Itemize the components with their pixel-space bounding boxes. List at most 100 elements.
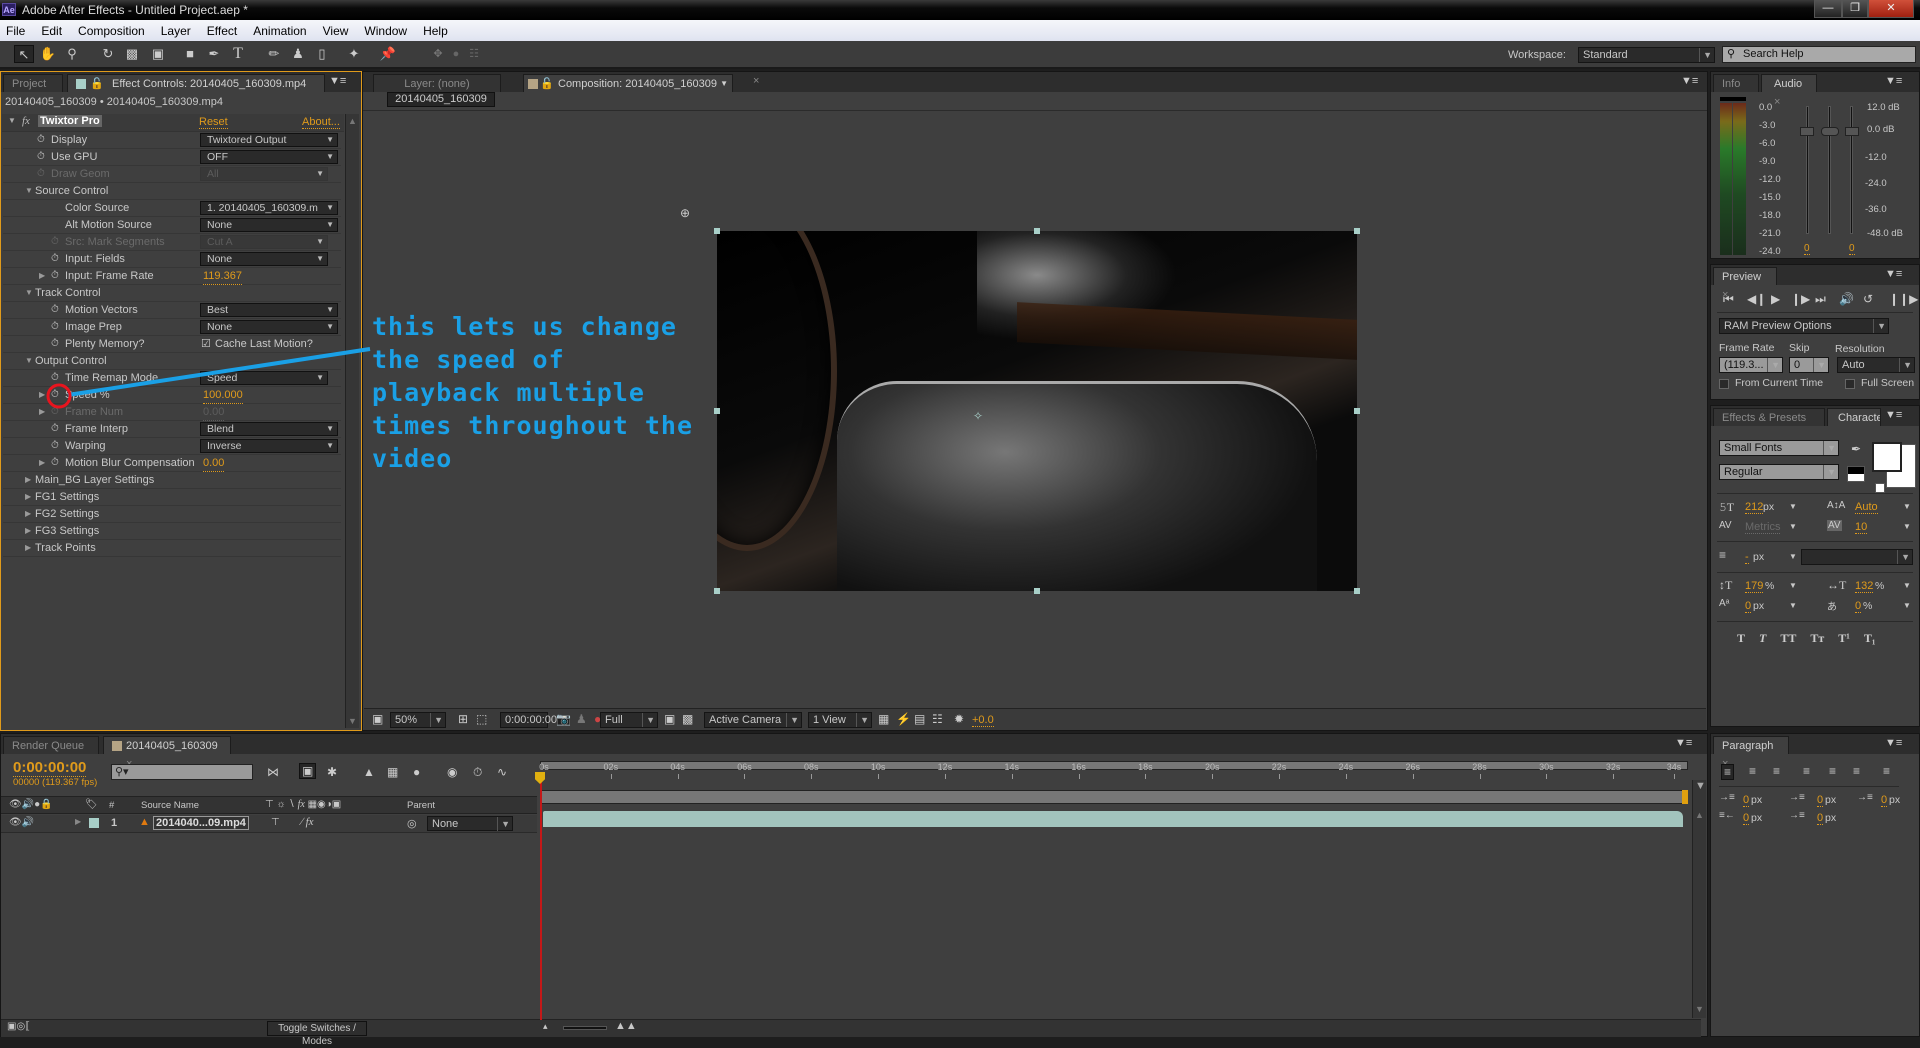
ram-preview-icon[interactable]: ❙❙▶: [1889, 292, 1918, 306]
shy-switch-icon[interactable]: ⊤: [271, 817, 280, 828]
audio-right-value[interactable]: 0: [1849, 243, 1855, 255]
ram-preview-options-select[interactable]: RAM Preview Options ▼: [1719, 318, 1889, 334]
audio-slider-handle[interactable]: [1845, 127, 1859, 136]
region-of-interest-icon[interactable]: ▣: [664, 712, 675, 726]
column-source-name[interactable]: Source Name: [141, 800, 199, 811]
audio-slider-left-track[interactable]: [1806, 106, 1809, 234]
frame-rate-select[interactable]: (119.3... ▼: [1719, 357, 1783, 373]
transparency-grid-icon[interactable]: ▩: [682, 712, 693, 726]
pickwhip-icon[interactable]: ◎: [407, 817, 417, 830]
justify-last-left-icon[interactable]: ≡: [1803, 764, 1810, 778]
audio-toggle-icon[interactable]: 🔊: [1839, 292, 1854, 306]
always-preview-icon[interactable]: ▣: [372, 712, 383, 726]
magnification-select[interactable]: 50% ▼: [390, 712, 446, 728]
first-frame-icon[interactable]: ⏮: [1723, 292, 1734, 307]
chevron-down-icon[interactable]: ▼: [1903, 522, 1911, 531]
fill-color-swatch[interactable]: [1872, 442, 1902, 472]
zoom-out-icon[interactable]: ▴: [543, 1021, 548, 1032]
tab-paragraph[interactable]: Paragraph ×: [1713, 736, 1789, 770]
tab-audio[interactable]: Audio ×: [1761, 74, 1817, 108]
from-current-time-checkbox[interactable]: [1719, 379, 1729, 389]
space-before-value[interactable]: 0: [1817, 794, 1824, 807]
tab-preview[interactable]: Preview ×: [1713, 267, 1777, 301]
stroke-style-select[interactable]: ▼: [1801, 549, 1913, 565]
toggle-switches-modes-button[interactable]: Toggle Switches / Modes: [267, 1021, 367, 1047]
current-time-indicator[interactable]: [540, 772, 542, 1020]
align-right-icon[interactable]: ≡: [1773, 764, 1780, 778]
mask-visibility-icon[interactable]: ⬚: [476, 712, 487, 726]
chevron-down-icon[interactable]: ▼: [1903, 581, 1911, 590]
superscript-button[interactable]: T¹: [1838, 631, 1850, 646]
view-layout-select[interactable]: 1 View ▼: [808, 712, 872, 728]
timeline-icon[interactable]: ▤: [914, 712, 925, 726]
graph-editor-icon[interactable]: ∿: [497, 765, 507, 779]
fx-switch-icon[interactable]: ∕ fx: [301, 816, 314, 828]
black-white-swatch[interactable]: [1847, 466, 1865, 482]
exposure-reset-icon[interactable]: ✹: [954, 712, 964, 726]
draft-3d-icon[interactable]: ✱: [327, 765, 337, 779]
timeline-scrollbar[interactable]: ▼ ▲ ▼: [1692, 780, 1706, 1018]
tab-timeline-comp[interactable]: 20140405_160309 ×: [103, 736, 231, 770]
font-family-select[interactable]: Small Fonts ▼: [1719, 440, 1839, 456]
visibility-icon[interactable]: 👁🔊: [9, 817, 34, 828]
first-line-indent-value[interactable]: 0: [1881, 794, 1888, 807]
justify-all-icon[interactable]: ≡: [1883, 764, 1890, 778]
timeline-search-input[interactable]: ⚲▾: [111, 764, 253, 780]
chevron-down-icon[interactable]: ▼: [1789, 552, 1797, 561]
last-frame-icon[interactable]: ⏭: [1815, 292, 1826, 307]
chevron-down-icon[interactable]: ▼: [1789, 522, 1797, 531]
panel-menu-icon[interactable]: ▼≡: [1675, 737, 1692, 749]
fast-previews-icon[interactable]: ⚡: [896, 712, 911, 726]
tab-effects-presets[interactable]: Effects & Presets: [1713, 408, 1825, 426]
tsume-value[interactable]: 0: [1855, 600, 1862, 613]
align-center-icon[interactable]: ≡: [1749, 764, 1756, 778]
tab-render-queue[interactable]: Render Queue: [3, 736, 99, 754]
play-icon[interactable]: ▶: [1771, 292, 1780, 306]
no-fill-swatch[interactable]: [1875, 483, 1885, 493]
audio-slider-handle[interactable]: [1800, 127, 1814, 136]
space-after-value[interactable]: 0: [1817, 812, 1824, 825]
resolution-select[interactable]: Full ▼: [600, 712, 658, 728]
justify-last-center-icon[interactable]: ≡: [1829, 764, 1836, 778]
indent-right-value[interactable]: 0: [1743, 812, 1750, 825]
panel-menu-icon[interactable]: ▼≡: [1885, 737, 1902, 749]
comp-mini-flowchart-icon[interactable]: ⋈: [267, 765, 279, 779]
baseline-shift-value[interactable]: 0: [1745, 600, 1752, 613]
resolution-select[interactable]: Auto ▼: [1837, 357, 1915, 373]
timeline-zoom-slider[interactable]: [563, 1026, 607, 1030]
chevron-down-icon[interactable]: ▼: [1903, 601, 1911, 610]
close-icon[interactable]: ×: [1774, 96, 1780, 108]
faux-bold-button[interactable]: T: [1737, 631, 1745, 646]
chevron-down-icon[interactable]: ▼: [1903, 502, 1911, 511]
live-update-icon[interactable]: ▣: [299, 763, 317, 779]
auto-keyframe-icon[interactable]: ⏱: [473, 765, 482, 780]
work-area-end-handle[interactable]: [1682, 790, 1688, 804]
audio-left-value[interactable]: 0: [1804, 243, 1810, 255]
parent-select[interactable]: None ▼: [427, 816, 513, 831]
audio-slider-handle[interactable]: [1821, 127, 1839, 136]
panel-menu-icon[interactable]: ▼≡: [1885, 268, 1902, 280]
show-snapshot-icon[interactable]: ♟: [576, 712, 587, 726]
audio-slider-master-track[interactable]: [1828, 106, 1831, 234]
layer-switches-icon[interactable]: ▣◎⟦: [7, 1021, 30, 1032]
justify-last-right-icon[interactable]: ≡: [1853, 764, 1860, 778]
layer-name[interactable]: 2014040...09.mp4: [153, 816, 249, 830]
time-ruler[interactable]: 0s 02s 04s 06s 08s 10s 12s 14s 16s 18s 20s 22s 24s 26…: [539, 760, 1690, 790]
subscript-button[interactable]: T₁: [1864, 631, 1876, 646]
expand-triangle-icon[interactable]: ▶: [75, 817, 81, 826]
brainstorm-icon[interactable]: ◉: [447, 765, 457, 779]
frame-blending-icon[interactable]: ▦: [387, 765, 398, 779]
scroll-down-icon[interactable]: ▼: [1695, 1004, 1704, 1014]
tab-info[interactable]: Info: [1713, 74, 1759, 92]
zoom-in-icon[interactable]: ▲▲: [615, 1020, 637, 1032]
tab-character[interactable]: Characte: [1827, 408, 1881, 426]
panel-menu-icon[interactable]: ▼≡: [1885, 75, 1902, 87]
small-caps-button[interactable]: Tт: [1810, 631, 1824, 646]
full-screen-checkbox[interactable]: [1845, 379, 1855, 389]
loop-icon[interactable]: ↺: [1863, 292, 1873, 306]
layer-label-swatch[interactable]: [89, 818, 99, 828]
tracking-value[interactable]: 10: [1855, 521, 1868, 534]
indent-left-value[interactable]: 0: [1743, 794, 1750, 807]
layer-duration-bar[interactable]: [543, 811, 1683, 827]
chevron-down-icon[interactable]: ▼: [1789, 502, 1797, 511]
